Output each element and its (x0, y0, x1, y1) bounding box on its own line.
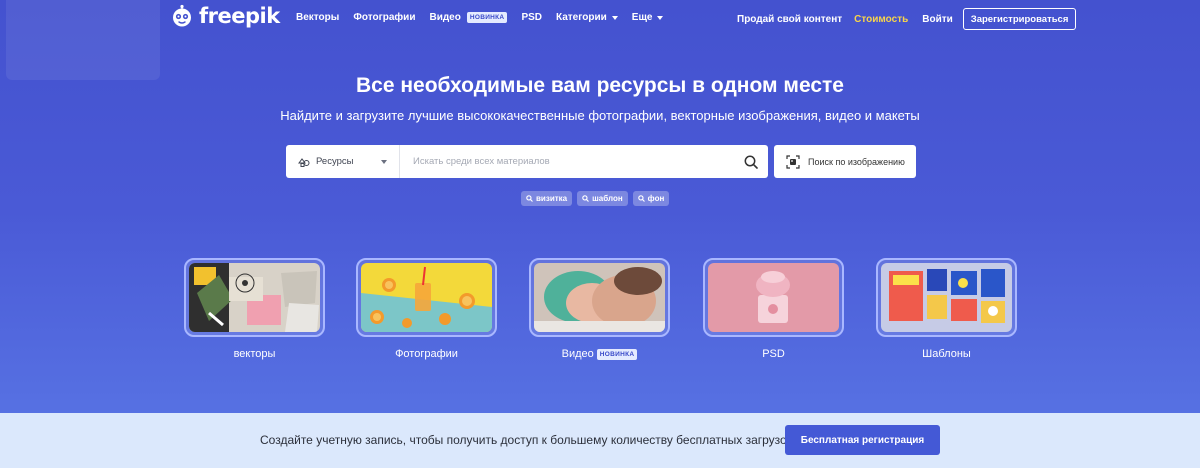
psd-mockup-image (708, 263, 839, 332)
nav-item-photos[interactable]: Фотографии (353, 12, 415, 23)
nav-item-categories[interactable]: Категории (556, 12, 618, 23)
search-icon (744, 155, 758, 169)
search-icon (526, 195, 533, 202)
image-search-label: Поиск по изображению (808, 156, 905, 167)
resources-icon (298, 157, 310, 167)
search-icon (582, 195, 589, 202)
nav-item-label: Еще (631, 12, 653, 23)
photos-oranges-image (361, 263, 492, 332)
main-nav: Векторы Фотографии Видео НОВИНКА PSD Кат… (296, 12, 664, 23)
chevron-down-icon (657, 15, 664, 20)
header: freepik Векторы Фотографии Видео НОВИНКА… (0, 0, 1200, 36)
category-card-psd[interactable]: PSD (703, 258, 844, 360)
register-button[interactable]: Зарегистрироваться (962, 8, 1077, 30)
category-card-photos[interactable]: Фотографии (356, 258, 497, 360)
category-label: PSD (762, 348, 785, 360)
tag-chip[interactable]: визитка (521, 191, 573, 206)
category-thumbnail (356, 258, 497, 337)
nav-item-label: Векторы (296, 12, 340, 23)
search-bar: Ресурсы (286, 145, 768, 178)
tag-label: визитка (536, 194, 568, 203)
signup-banner-text: Создайте учетную запись, чтобы получить … (260, 433, 792, 447)
login-link[interactable]: Войти (922, 14, 953, 25)
category-card-vectors[interactable]: векторы (184, 258, 325, 360)
tag-label: шаблон (592, 194, 623, 203)
category-label: Фотографии (395, 348, 458, 360)
signup-banner: Создайте учетную запись, чтобы получить … (0, 413, 1200, 468)
nav-item-vectors[interactable]: Векторы (296, 12, 339, 23)
tag-chip[interactable]: фон (632, 191, 670, 206)
image-search-button[interactable]: Поиск по изображению (774, 145, 916, 178)
chevron-down-icon (381, 160, 387, 164)
category-label: векторы (233, 348, 276, 360)
image-search-icon (786, 154, 800, 169)
category-thumbnail (529, 258, 670, 337)
chevron-down-icon (611, 15, 618, 20)
nav-item-more[interactable]: Еще (632, 12, 664, 23)
nav-item-label: PSD (521, 12, 542, 23)
tag-label: фон (647, 194, 665, 203)
category-thumbnail (703, 258, 844, 337)
new-badge: НОВИНКА (466, 12, 508, 23)
vectors-collage-image (189, 263, 320, 332)
category-label: Шаблоны (922, 348, 971, 360)
nav-item-label: Фотографии (353, 12, 416, 23)
video-couple-image (534, 263, 665, 332)
templates-travel-image (881, 263, 1012, 332)
account-nav: Продай свой контент Стоимость Войти Заре… (737, 8, 1077, 30)
search-button[interactable] (734, 145, 768, 178)
new-badge: НОВИНКА (596, 348, 638, 360)
resource-type-select[interactable]: Ресурсы (286, 145, 400, 178)
nav-item-video[interactable]: Видео НОВИНКА (429, 12, 508, 23)
hero-subtitle: Найдите и загрузите лучшие высококачеств… (280, 108, 920, 123)
freepik-logo-icon (173, 4, 191, 27)
category-thumbnail (184, 258, 325, 337)
category-card-templates[interactable]: Шаблоны (876, 258, 1017, 360)
sell-content-link[interactable]: Продай свой контент (737, 14, 842, 25)
free-signup-button[interactable]: Бесплатная регистрация (785, 425, 940, 455)
pricing-link[interactable]: Стоимость (854, 14, 908, 25)
category-thumbnail (876, 258, 1017, 337)
category-card-video[interactable]: Видео НОВИНКА (529, 258, 670, 360)
search-input[interactable] (400, 145, 734, 178)
search-icon (637, 195, 645, 202)
tag-chip[interactable]: шаблон (577, 191, 628, 206)
freepik-logo-text: freepik (199, 4, 280, 28)
hero-title: Все необходимые вам ресурсы в одном мест… (355, 74, 844, 97)
nav-item-psd[interactable]: PSD (521, 12, 542, 23)
freepik-logo[interactable]: freepik (170, 4, 280, 28)
nav-item-label: Видео (429, 12, 461, 23)
resource-type-value: Ресурсы (316, 156, 354, 167)
popular-tags: визитка шаблон фон (521, 191, 670, 206)
nav-item-label: Категории (556, 12, 607, 23)
category-label: Видео НОВИНКА (529, 348, 670, 360)
